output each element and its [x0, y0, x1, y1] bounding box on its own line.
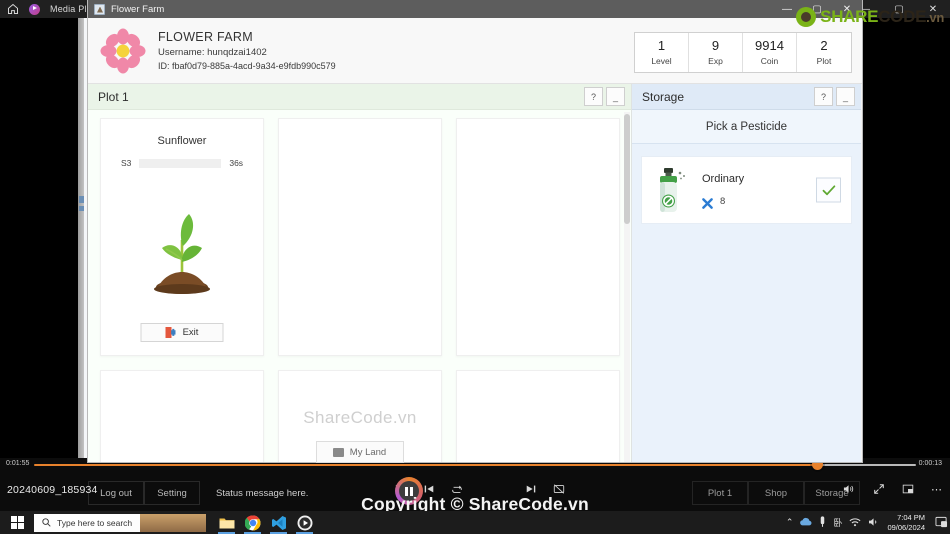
stat-coin-value: 9914 [755, 38, 784, 53]
username: Username: hunqdzai1402 [158, 47, 267, 58]
pesticide-item[interactable]: Ordinary 8 [641, 156, 852, 224]
watermark: ShareCode.vn [303, 408, 417, 427]
flower-farm-body: Plot 1 ? _ Sunflower S3 36s Exit ShareCo… [88, 84, 862, 463]
plot-card-occupied[interactable]: Sunflower S3 36s Exit [100, 118, 264, 356]
pesticide-spray-icon [652, 166, 690, 214]
stat-coin: 9914 Coin [743, 33, 797, 72]
media-player-icon [29, 3, 40, 15]
notifications-icon[interactable] [935, 516, 948, 530]
seek-progress[interactable] [34, 463, 818, 466]
logo-share-text: SHARE [820, 7, 879, 26]
search-placeholder: Type here to search [57, 517, 133, 528]
file-explorer-icon[interactable] [218, 514, 235, 534]
sound-icon[interactable] [868, 517, 880, 529]
growth-time-left: 36s [229, 158, 244, 168]
logo-code-text: CODE [878, 7, 927, 26]
pesticide-list: Ordinary 8 [632, 144, 861, 236]
vscode-icon[interactable] [270, 514, 287, 534]
storage-header-buttons: ? _ [814, 87, 855, 106]
sharecode-logo-icon [796, 7, 817, 27]
pesticide-info: Ordinary 8 [702, 173, 745, 209]
clock-time: 7:04 PM [897, 512, 925, 522]
flower-farm-window: Flower Farm — ▢ ✕ FLOWER FARM Username: … [88, 0, 862, 463]
green-check-icon[interactable] [816, 177, 841, 203]
growth-stage: S3 [120, 158, 132, 168]
my-land-label: My Land [349, 446, 387, 458]
storage-help-button[interactable]: ? [814, 87, 833, 106]
plot-card-empty[interactable] [456, 118, 620, 356]
chrome-icon[interactable] [244, 514, 261, 534]
stat-level-value: 1 [657, 38, 666, 53]
stat-exp: 9 Exp [689, 33, 743, 72]
plot-minimize-button[interactable]: _ [606, 87, 625, 106]
growth-progress-bar [139, 158, 222, 168]
chevron-up-icon[interactable]: ⌃ [786, 517, 794, 528]
growth-progress-row: S3 36s [101, 158, 263, 168]
windows-taskbar: Type here to search ⌃ 卧 7:04 PM 09/06/20… [0, 511, 950, 534]
stat-exp-value: 9 [711, 38, 720, 53]
exit-door-icon [165, 327, 176, 338]
stat-level-label: Level [651, 56, 672, 66]
onedrive-icon[interactable] [800, 517, 812, 528]
plot-panel-header: Plot 1 ? _ [88, 84, 631, 110]
ime-icon[interactable]: 卧 [833, 516, 842, 529]
system-tray: ⌃ 卧 7:04 PM 09/06/2024 [786, 513, 948, 533]
search-icon [42, 514, 51, 532]
flower-farm-titlebar: Flower Farm — ▢ ✕ [88, 0, 862, 18]
storage-panel-header: Storage ? _ [632, 84, 861, 110]
land-icon [332, 447, 344, 457]
exit-button[interactable]: Exit [140, 323, 224, 342]
search-input[interactable]: Type here to search [34, 513, 206, 532]
clock-date: 09/06/2024 [887, 522, 925, 532]
account-info: FLOWER FARM Username: hunqdzai1402 ID: f… [158, 30, 336, 71]
account-header: FLOWER FARM Username: hunqdzai1402 ID: f… [88, 18, 862, 84]
stat-coin-label: Coin [760, 56, 779, 66]
plot-header-buttons: ? _ [584, 87, 625, 106]
plot-card-empty[interactable] [278, 118, 442, 356]
flower-farm-app-icon [94, 3, 105, 15]
seedling-icon [101, 182, 263, 300]
pesticide-count: 8 [720, 196, 726, 207]
sharecode-logo: SHARECODE.vn [796, 7, 944, 27]
background-window-accent-1 [79, 196, 84, 203]
pesticide-count-row: 8 [702, 196, 744, 209]
battery-icon[interactable] [819, 515, 826, 530]
plot-scrollbar-thumb[interactable] [624, 114, 630, 224]
stat-plot: 2 Plot [797, 33, 851, 72]
stat-exp-label: Exp [708, 56, 723, 66]
home-icon[interactable] [7, 3, 19, 15]
pesticide-name: Ordinary [702, 173, 745, 185]
storage-minimize-button[interactable]: _ [836, 87, 855, 106]
stat-plot-value: 2 [820, 38, 828, 53]
plot-help-button[interactable]: ? [584, 87, 603, 106]
storage-panel-title: Storage [642, 89, 685, 104]
taskbar-apps [218, 514, 313, 534]
blue-x-icon [702, 196, 713, 209]
my-land-button[interactable]: My Land [315, 441, 404, 463]
plant-name: Sunflower [157, 135, 207, 147]
stats-panel: 1 Level 9 Exp 9914 Coin 2 Plot [634, 32, 852, 73]
flower-icon [100, 28, 146, 74]
account-id: ID: fbaf0d79-885a-4acd-9a34-e9fdb990c579 [158, 61, 336, 71]
search-thumbnail [140, 513, 206, 532]
storage-panel: Storage ? _ Pick a Pesticide Ordinary 8 [632, 84, 861, 462]
stat-plot-label: Plot [816, 56, 832, 66]
taskbar-clock[interactable]: 7:04 PM 09/06/2024 [887, 513, 925, 533]
background-window-accent-2 [79, 206, 84, 211]
network-icon[interactable] [849, 517, 861, 529]
windows-start-icon[interactable] [0, 511, 34, 534]
logo-vn-text: .vn [926, 10, 944, 25]
flower-farm-title: Flower Farm [111, 3, 165, 15]
plot-panel: Plot 1 ? _ Sunflower S3 36s Exit ShareCo… [88, 84, 632, 463]
remaining-time: 0:00:13 [918, 460, 942, 467]
media-player-icon[interactable] [296, 514, 313, 534]
exit-label: Exit [182, 327, 199, 338]
elapsed-time: 0:01:55 [6, 460, 30, 467]
storage-subtitle: Pick a Pesticide [632, 110, 861, 144]
seek-track[interactable] [818, 463, 916, 466]
stat-level: 1 Level [635, 33, 689, 72]
plot-panel-title: Plot 1 [98, 89, 129, 104]
farm-name: FLOWER FARM [158, 30, 253, 44]
